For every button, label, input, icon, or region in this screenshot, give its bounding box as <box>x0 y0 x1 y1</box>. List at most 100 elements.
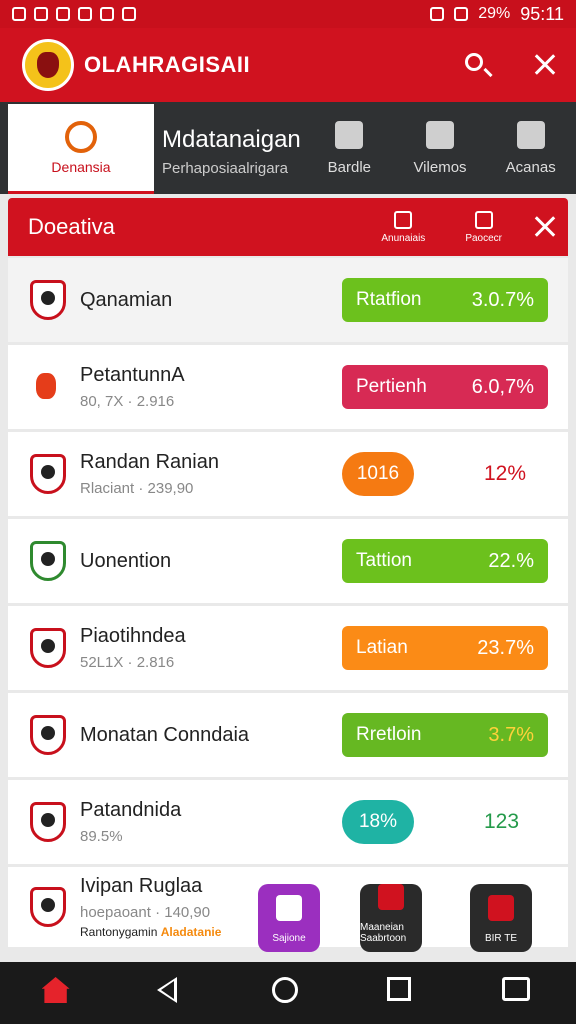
process-icon <box>474 210 493 229</box>
stat-pill[interactable]: Pertienh 6.0,7% <box>342 365 548 409</box>
pill-label: Latian <box>356 637 408 658</box>
multitask-button[interactable] <box>502 977 534 1009</box>
app-logo <box>22 39 74 91</box>
team-crest-icon <box>30 280 66 320</box>
launcher-birte[interactable]: BIR TE <box>470 884 532 952</box>
team-name: Piaotihndea <box>80 625 186 647</box>
notification-icon <box>56 7 70 21</box>
notification-icon <box>34 7 48 21</box>
team-sub: 52L1X · 2.816 <box>80 654 175 671</box>
club-icon <box>65 120 97 153</box>
list-item[interactable]: Qanamian Rtatfion 3.0.7% <box>8 258 568 342</box>
launcher-maaneian[interactable]: Maaneian Saabrtoon <box>360 884 422 952</box>
tab-vilemos[interactable]: Vilemos <box>395 102 486 194</box>
pill-value: 3.0.7% <box>471 288 534 311</box>
player-icon <box>30 367 66 407</box>
team-list: Qanamian Rtatfion 3.0.7% PetantunnA 80, … <box>8 258 568 950</box>
tag-text: Rantonygamin <box>80 925 158 939</box>
pill-value: 23.7% <box>477 636 534 659</box>
stat-pill[interactable]: Latian 23.7% <box>342 626 548 670</box>
launcher-label: Maaneian Saabrtoon <box>360 922 407 944</box>
tab-denansia[interactable]: Denansia <box>8 104 154 194</box>
pill-value: 6.0,7% <box>471 375 534 398</box>
stat-pill[interactable]: Tattion 22.% <box>342 539 548 583</box>
search-button[interactable] <box>462 50 492 80</box>
tab-acanas[interactable]: Acanas <box>485 102 576 194</box>
pill-label: Rtatfion <box>356 289 422 310</box>
home-button[interactable] <box>41 977 74 1009</box>
team-name: Uonention <box>80 549 172 572</box>
team-crest-icon <box>30 887 66 927</box>
circle-icon <box>271 977 298 1003</box>
multitask-icon <box>502 977 531 1001</box>
pill-value: 3.7% <box>488 723 534 746</box>
notification-icon <box>12 7 26 21</box>
team-name: PetantunnA <box>80 364 185 386</box>
process-button[interactable]: Paocecr <box>465 210 502 244</box>
back-icon <box>156 977 177 1003</box>
list-item[interactable]: Piaotihndea 52L1X · 2.816 Latian 23.7% <box>8 606 568 690</box>
tab-label: Denansia <box>51 158 111 175</box>
home-circle-button[interactable] <box>271 977 304 1009</box>
home-icon <box>41 977 70 1003</box>
pill-label: Tattion <box>356 550 412 571</box>
square-icon <box>387 977 412 1001</box>
announcements-button[interactable]: Anunaiais <box>381 210 426 244</box>
launcher-label: BIR TE <box>484 933 518 944</box>
close-icon[interactable] <box>530 50 560 80</box>
launcher-sajione[interactable]: Sajione <box>258 884 320 952</box>
team-crest-icon <box>30 802 66 842</box>
acanas-icon <box>516 120 545 149</box>
side-value: 123 <box>484 810 520 833</box>
team-crest-icon <box>30 541 66 581</box>
stat-chip[interactable]: 18% <box>342 800 414 844</box>
team-crest-icon <box>30 715 66 755</box>
team-name: Monatan Conndaia <box>80 723 250 746</box>
announcement-icon <box>394 210 413 229</box>
team-crest-icon <box>30 454 66 494</box>
list-item[interactable]: Patandnida 89.5% 18% 123 <box>8 780 568 864</box>
tab-main-subtitle: Perhaposiaalrigara <box>162 160 288 177</box>
battery-level: 29% <box>478 5 511 22</box>
stat-pill[interactable]: Rretloin 3.7% <box>342 713 548 757</box>
status-bar: 29% 95:11 <box>0 0 576 28</box>
team-sub: Rlaciant · 239,90 <box>80 480 194 497</box>
back-button[interactable] <box>156 977 189 1009</box>
stat-chip[interactable]: 1016 <box>342 452 414 496</box>
team-crest-icon <box>30 628 66 668</box>
vilemos-icon <box>426 120 454 149</box>
list-item[interactable]: Monatan Conndaia Rretloin 3.7% <box>8 693 568 777</box>
team-name: Qanamian <box>80 288 173 311</box>
stat-pill[interactable]: Rtatfion 3.0.7% <box>342 278 548 322</box>
tab-bardle[interactable]: Bardle <box>304 102 395 194</box>
tab-label: Vilemos <box>413 158 467 176</box>
app-bar: OLAHRAGISAII <box>0 28 576 102</box>
team-name: Patandnida <box>80 799 182 821</box>
app-icon <box>378 884 404 910</box>
tab-main[interactable]: Mdatanaigan Perhaposiaalrigara <box>154 102 304 194</box>
recents-button[interactable] <box>387 977 419 1009</box>
list-item[interactable]: Uonention Tattion 22.% <box>8 519 568 603</box>
mini-label: Anunaiais <box>381 232 426 244</box>
app-icon <box>488 895 514 921</box>
notification-icon <box>78 7 92 21</box>
tab-label: Acanas <box>505 158 556 176</box>
panel-title: Doeativa <box>28 214 115 239</box>
list-item[interactable]: PetantunnA 80, 7X · 2.916 Pertienh 6.0,7… <box>8 345 568 429</box>
wifi-icon <box>454 7 469 21</box>
panel-header: Doeativa Anunaiais Paocecr <box>8 198 568 256</box>
tab-main-title: Mdatanaigan <box>162 126 301 153</box>
pill-label: Pertienh <box>356 376 427 397</box>
app-title: OLAHRAGISAII <box>84 52 251 77</box>
mini-label: Paocecr <box>465 232 502 244</box>
system-nav-bar <box>0 962 576 1024</box>
list-item[interactable]: Randan Ranian Rlaciant · 239,90 1016 12% <box>8 432 568 516</box>
team-sub: 89.5% <box>80 828 123 845</box>
notification-icon <box>122 7 136 21</box>
close-icon[interactable] <box>530 212 560 242</box>
search-icon <box>465 53 483 71</box>
side-value: 12% <box>484 462 527 485</box>
pill-value: 22.% <box>488 549 534 572</box>
alarm-icon <box>430 7 445 21</box>
team-sub: 80, 7X · 2.916 <box>80 393 175 410</box>
